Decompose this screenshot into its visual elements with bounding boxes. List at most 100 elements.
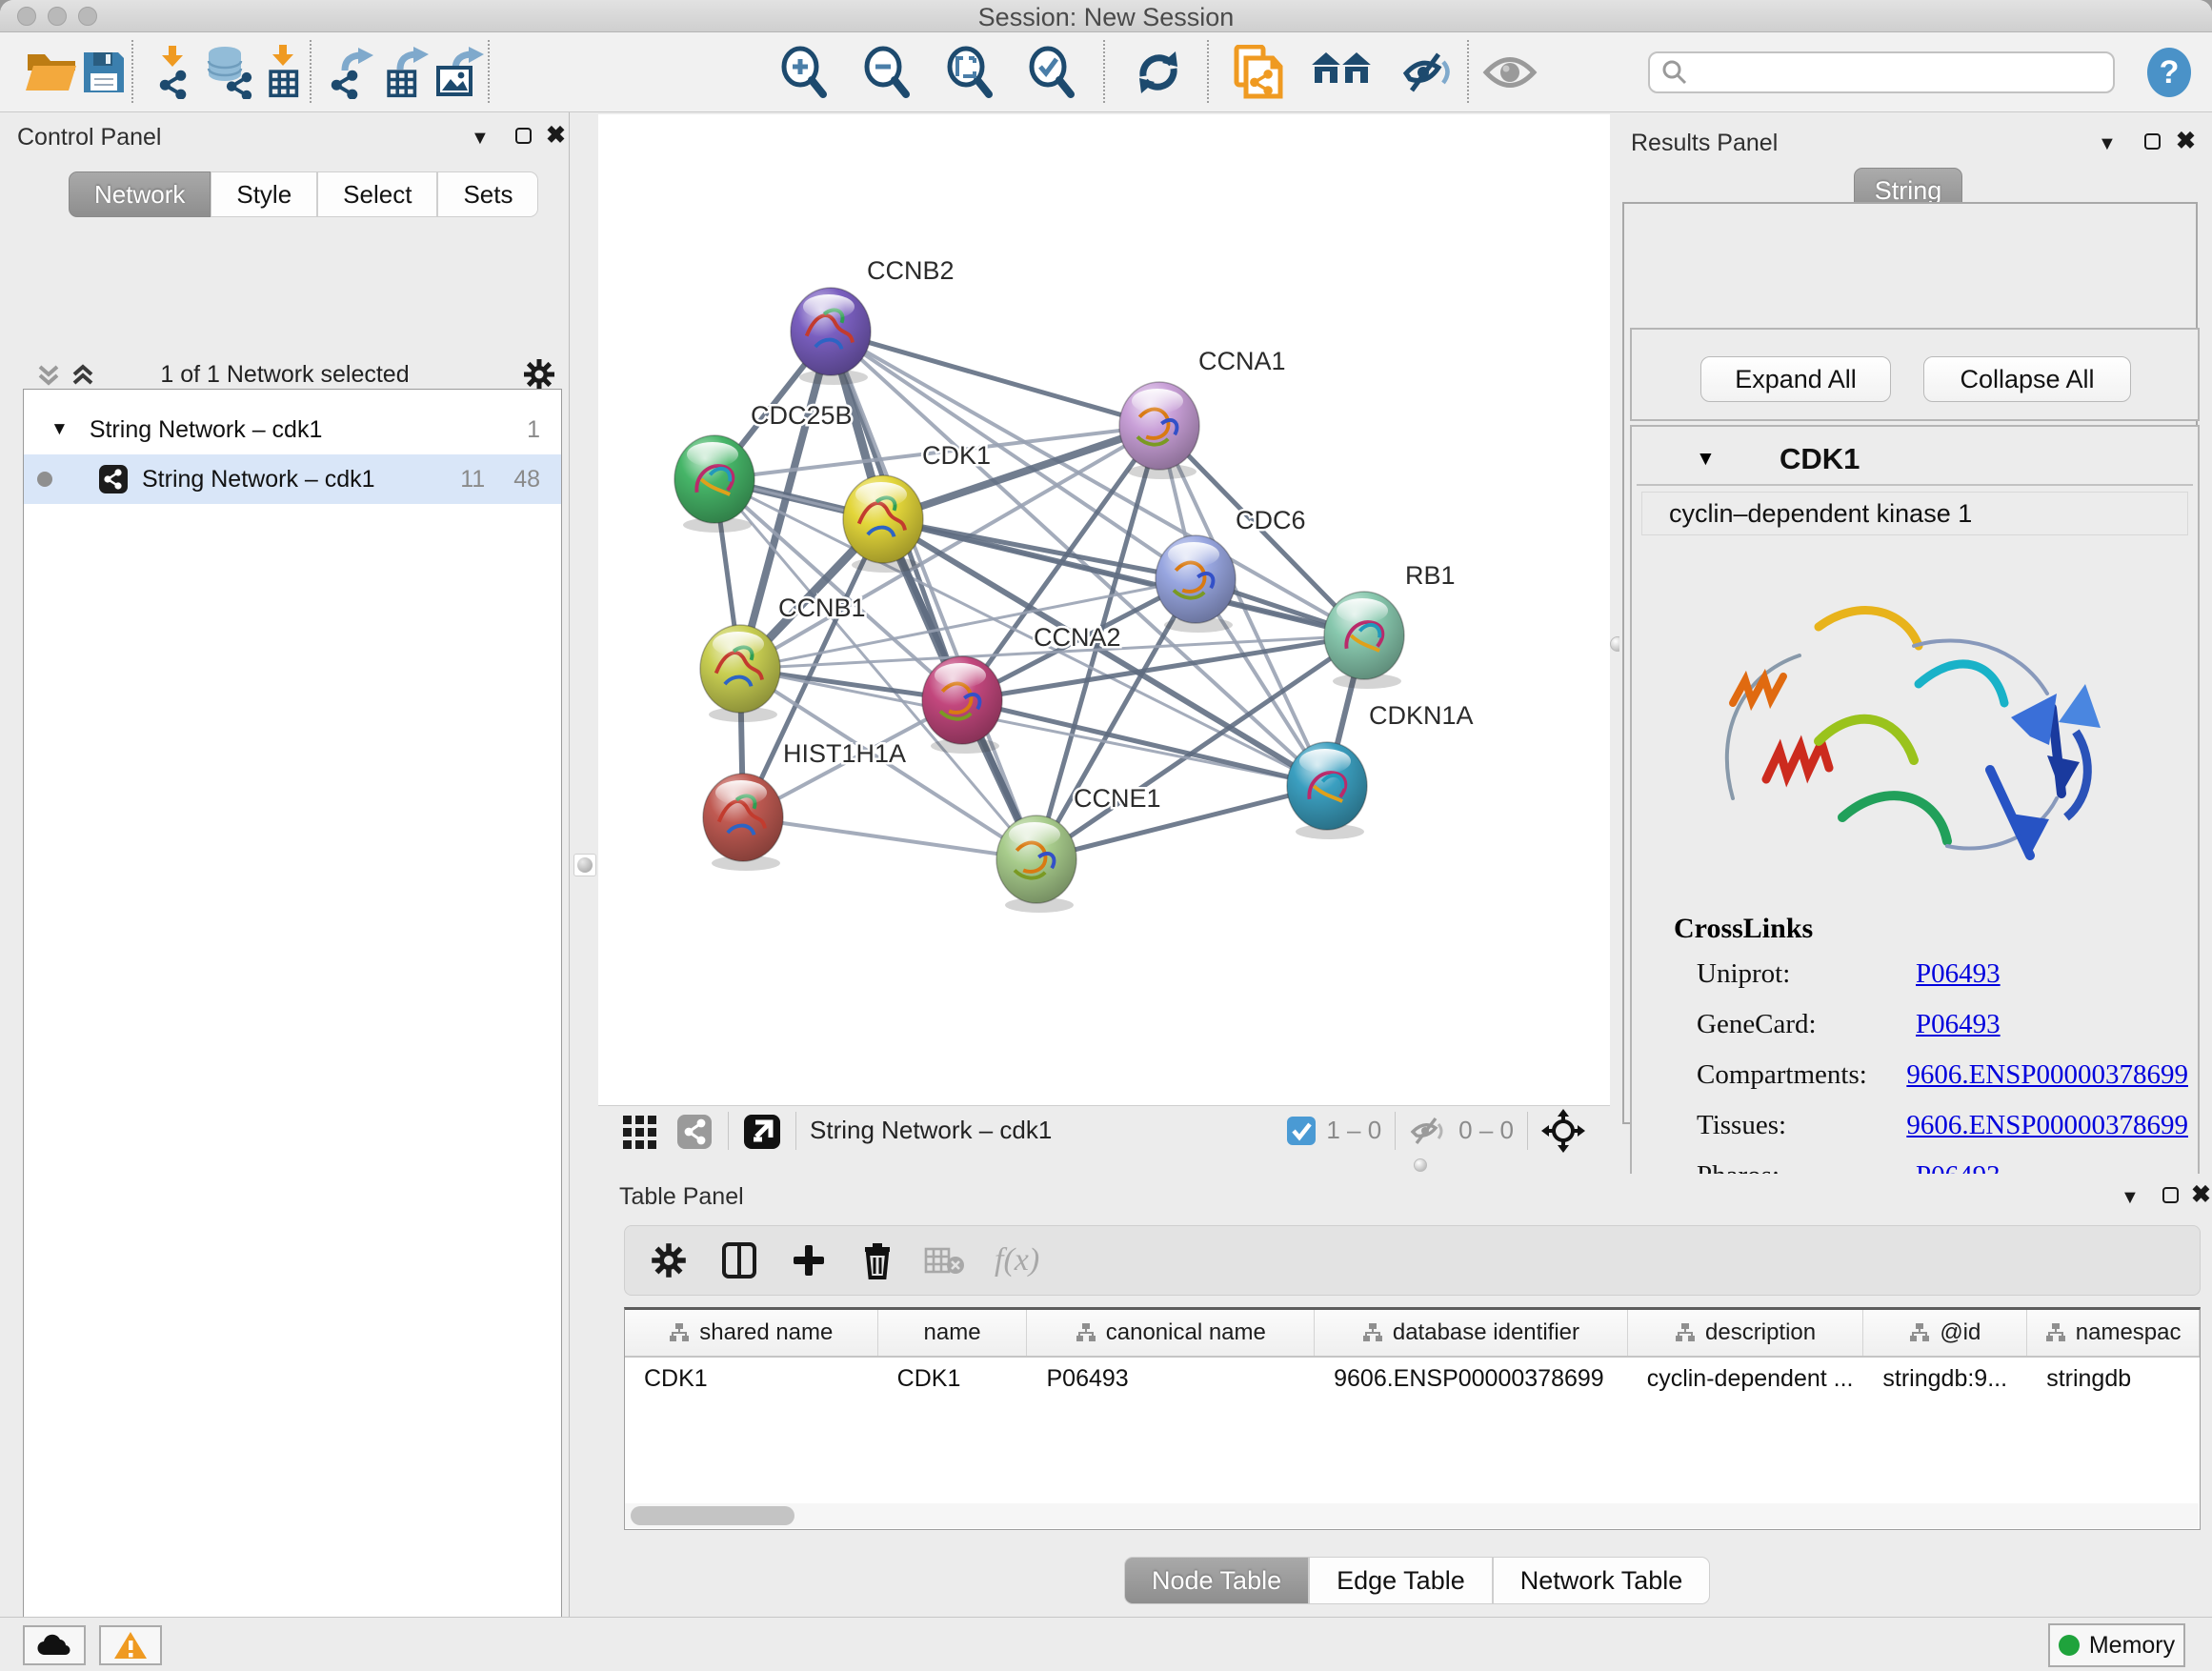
zoom-fit-icon[interactable] bbox=[943, 44, 995, 101]
column-header--id[interactable]: @id bbox=[1863, 1310, 2027, 1356]
refresh-icon[interactable] bbox=[1134, 44, 1183, 101]
cloud-button[interactable] bbox=[23, 1625, 86, 1665]
selected-checkbox-icon[interactable] bbox=[1286, 1116, 1317, 1146]
tab-select[interactable]: Select bbox=[317, 171, 437, 217]
crosslinks-section: CrossLinks Uniprot:P06493GeneCard:P06493… bbox=[1641, 913, 2188, 1211]
network-list: ▼ String Network – cdk1 1 String Network… bbox=[23, 389, 562, 1671]
panel-menu-icon[interactable]: ▼ bbox=[2121, 1187, 2140, 1209]
import-network-icon[interactable] bbox=[149, 44, 198, 101]
crosslink-link[interactable]: P06493 bbox=[1916, 1009, 2001, 1040]
app-window: Session: New Session ? Control Panel ▼ ✖… bbox=[0, 0, 2212, 1671]
column-header-description[interactable]: description bbox=[1628, 1310, 1864, 1356]
tab-network[interactable]: Network bbox=[69, 171, 211, 217]
node-label-ccne1: CCNE1 bbox=[1074, 784, 1161, 813]
collection-label: String Network – cdk1 bbox=[90, 416, 323, 444]
tab-style[interactable]: Style bbox=[211, 171, 317, 217]
float-panel-icon[interactable] bbox=[2162, 1187, 2179, 1203]
scrollbar-thumb[interactable] bbox=[631, 1506, 794, 1525]
network-node-ccne1[interactable] bbox=[996, 815, 1076, 913]
table-row[interactable]: CDK1CDK1P064939606.ENSP00000378699cyclin… bbox=[625, 1358, 2200, 1399]
tab-network-table[interactable]: Network Table bbox=[1493, 1557, 1711, 1604]
splitter-handle-icon[interactable] bbox=[573, 854, 596, 876]
tab-edge-table[interactable]: Edge Table bbox=[1309, 1557, 1493, 1604]
panel-menu-icon[interactable]: ▼ bbox=[471, 128, 490, 150]
delete-column-icon[interactable] bbox=[859, 1241, 895, 1279]
network-node-hist1h1a[interactable] bbox=[703, 774, 783, 871]
function-builder-icon[interactable]: f(x) bbox=[995, 1242, 1039, 1278]
tab-sets[interactable]: Sets bbox=[437, 171, 538, 217]
close-panel-icon[interactable]: ✖ bbox=[546, 121, 566, 150]
network-view-canvas[interactable]: CCNB2CCNA1CDC25BCDK1CDC6RB1CCNB1CCNA2CDK… bbox=[598, 114, 1610, 1105]
table-settings-gear-icon[interactable] bbox=[650, 1241, 688, 1279]
table-header-row: shared namenamecanonical namedatabase id… bbox=[625, 1310, 2200, 1358]
footer-separator bbox=[1527, 1112, 1528, 1150]
close-panel-icon[interactable]: ✖ bbox=[2176, 127, 2196, 155]
open-in-window-icon[interactable] bbox=[742, 1111, 782, 1151]
search-input[interactable] bbox=[1688, 59, 2098, 86]
import-database-icon[interactable] bbox=[202, 44, 255, 101]
warning-button[interactable] bbox=[99, 1625, 162, 1665]
node-label-cdc6: CDC6 bbox=[1236, 506, 1306, 534]
memory-button[interactable]: Memory bbox=[2048, 1623, 2185, 1667]
clone-network-icon[interactable] bbox=[1233, 44, 1284, 101]
create-column-icon[interactable] bbox=[791, 1242, 827, 1278]
results-panel-title: Results Panel bbox=[1631, 130, 1778, 157]
zoom-selected-icon[interactable] bbox=[1025, 44, 1076, 101]
node-label-hist1h1a: HIST1H1A bbox=[783, 739, 906, 768]
column-header-namespac[interactable]: namespac bbox=[2027, 1310, 2200, 1356]
crosslinks-title: CrossLinks bbox=[1674, 913, 2188, 945]
zoom-out-icon[interactable] bbox=[860, 44, 912, 101]
save-floppy-icon[interactable] bbox=[80, 44, 128, 101]
collapse-all-button[interactable]: Collapse All bbox=[1923, 356, 2131, 402]
show-columns-icon[interactable] bbox=[720, 1241, 758, 1279]
network-node-cdc6[interactable] bbox=[1156, 535, 1236, 633]
column-header-database-identifier[interactable]: database identifier bbox=[1315, 1310, 1628, 1356]
gene-entry-header[interactable]: ▼ CDK1 bbox=[1637, 433, 2193, 486]
export-network-icon[interactable] bbox=[328, 44, 379, 101]
birdseye-grid-icon[interactable] bbox=[621, 1112, 659, 1150]
help-icon[interactable]: ? bbox=[2145, 44, 2193, 101]
network-node-cdc25b[interactable] bbox=[674, 435, 754, 533]
open-folder-icon[interactable] bbox=[25, 44, 78, 101]
network-node-rb1[interactable] bbox=[1324, 592, 1404, 689]
entry-collapse-icon[interactable]: ▼ bbox=[1696, 448, 1716, 471]
home-layout-icon[interactable] bbox=[1311, 44, 1372, 101]
expand-all-button[interactable]: Expand All bbox=[1700, 356, 1891, 402]
collection-expand-icon[interactable]: ▼ bbox=[50, 419, 69, 440]
table-hscrollbar[interactable] bbox=[625, 1503, 2199, 1528]
control-panel-title: Control Panel bbox=[17, 124, 161, 151]
export-image-icon[interactable] bbox=[434, 44, 488, 101]
network-row-selected[interactable]: String Network – cdk1 11 48 bbox=[24, 454, 561, 504]
search-field[interactable] bbox=[1648, 51, 2115, 93]
toolbar-separator bbox=[488, 40, 490, 103]
hidden-eye-icon[interactable] bbox=[1409, 1115, 1449, 1147]
network-share-icon[interactable] bbox=[676, 1112, 714, 1150]
network-collection-row[interactable]: ▼ String Network – cdk1 1 bbox=[24, 405, 561, 454]
column-header-name[interactable]: name bbox=[878, 1310, 1028, 1356]
options-gear-icon[interactable] bbox=[522, 357, 556, 392]
crosslink-row: Uniprot:P06493 bbox=[1697, 958, 2188, 990]
show-eye-icon[interactable] bbox=[1482, 44, 1538, 101]
zoom-in-icon[interactable] bbox=[777, 44, 829, 101]
crosslink-link[interactable]: 9606.ENSP00000378699 bbox=[1906, 1059, 2188, 1091]
tab-node-table[interactable]: Node Table bbox=[1124, 1557, 1309, 1604]
import-table-icon[interactable] bbox=[259, 44, 309, 101]
clear-cell-icon[interactable] bbox=[924, 1244, 966, 1277]
crosslink-link[interactable]: P06493 bbox=[1916, 958, 2001, 990]
column-header-canonical-name[interactable]: canonical name bbox=[1027, 1310, 1315, 1356]
float-panel-icon[interactable] bbox=[2144, 133, 2161, 150]
close-panel-icon[interactable]: ✖ bbox=[2191, 1180, 2211, 1209]
splitter-handle-bottom-icon[interactable] bbox=[1414, 1158, 1427, 1172]
network-node-cdkn1a[interactable] bbox=[1287, 742, 1367, 839]
network-label: String Network – cdk1 bbox=[142, 466, 375, 493]
column-header-shared-name[interactable]: shared name bbox=[625, 1310, 878, 1356]
float-panel-icon[interactable] bbox=[515, 128, 532, 144]
hide-eye-icon[interactable] bbox=[1400, 44, 1456, 101]
navigator-crosshair-icon[interactable] bbox=[1541, 1109, 1585, 1153]
export-table-icon[interactable] bbox=[381, 44, 432, 101]
vertical-splitter-left[interactable] bbox=[570, 112, 598, 1617]
crosslink-link[interactable]: 9606.ENSP00000378699 bbox=[1906, 1110, 2188, 1141]
panel-menu-icon[interactable]: ▼ bbox=[2098, 133, 2117, 155]
results-buttons-box: Expand All Collapse All bbox=[1630, 328, 2200, 421]
network-node-ccnb1[interactable] bbox=[700, 625, 780, 722]
